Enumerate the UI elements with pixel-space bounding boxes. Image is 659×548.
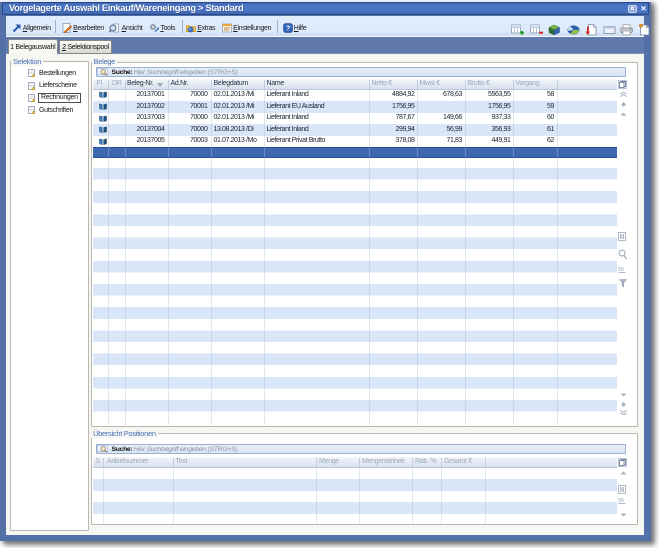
svg-text:?: ? (286, 24, 291, 33)
